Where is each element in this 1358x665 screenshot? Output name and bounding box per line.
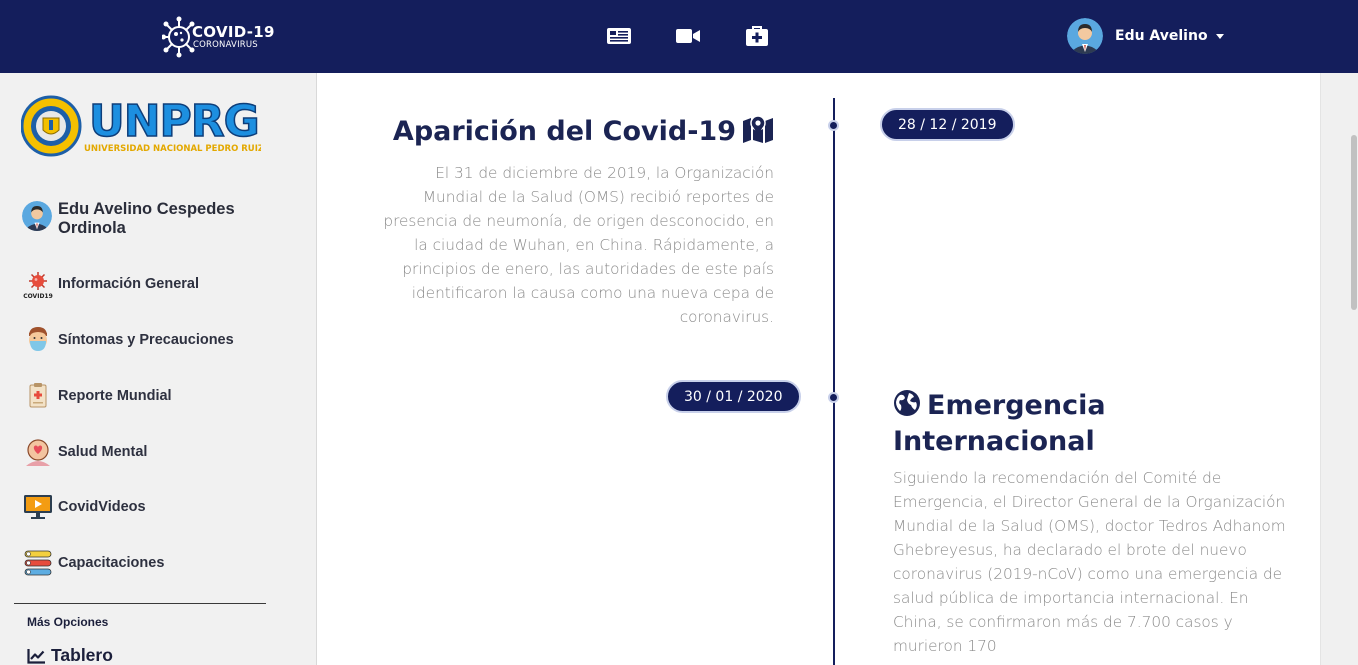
sidebar-item-label: CovidVideos (58, 499, 146, 515)
profile-name: Edu Avelino Cespedes Ordinola (58, 200, 235, 237)
event-title-text: Emergencia Internacional (893, 390, 1106, 457)
date-badge: 30 / 01 / 2020 (666, 380, 801, 413)
brand-logo[interactable]: COVID-19 CORONAVIRUS (162, 14, 274, 60)
covid-virus-icon: COVID19 (22, 268, 54, 300)
map-marker-icon (742, 115, 774, 151)
sidebar: UNPRG UNIVERSIDAD NACIONAL PEDRO RUIZ GA… (0, 73, 317, 665)
scrollbar-thumb[interactable] (1351, 135, 1357, 310)
sidebar-item-reporte-mundial[interactable]: Reporte Mundial (22, 380, 172, 412)
sidebar-item-covidvideos[interactable]: CovidVideos (22, 491, 146, 523)
timeline-dot (828, 392, 839, 403)
svg-text:COVID19: COVID19 (23, 293, 53, 299)
line-chart-icon (27, 648, 45, 664)
timeline-dot (828, 120, 839, 131)
user-name: Edu Avelino (1115, 28, 1208, 44)
sidebar-item-sintomas[interactable]: Síntomas y Precauciones (22, 324, 234, 356)
brand-subtitle: CORONAVIRUS (193, 40, 258, 50)
university-seal-icon: UNPRG UNIVERSIDAD NACIONAL PEDRO RUIZ GA… (20, 95, 298, 157)
user-avatar (1067, 18, 1103, 54)
health-nav-button[interactable] (743, 24, 771, 48)
video-camera-icon (676, 29, 700, 43)
sidebar-divider (14, 603, 266, 604)
tablero-label: Tablero (51, 645, 113, 665)
more-options-heading: Más Opciones (27, 615, 109, 629)
sidebar-item-capacitaciones[interactable]: Capacitaciones (22, 547, 164, 579)
sidebar-item-label: Síntomas y Precauciones (58, 332, 234, 348)
event-description: El 31 de diciembre de 2019, la Organizac… (383, 164, 774, 326)
event-description: Siguiendo la recomendación del Comité de… (893, 469, 1286, 655)
videos-nav-button[interactable] (674, 24, 702, 48)
chevron-down-icon (1215, 33, 1224, 39)
sidebar-item-tablero[interactable]: Tablero (27, 645, 113, 665)
sidebar-item-salud-mental[interactable]: Salud Mental (22, 436, 147, 468)
sidebar-item-label: Información General (58, 276, 200, 292)
user-menu-dropdown[interactable]: Edu Avelino (1067, 18, 1224, 54)
mental-health-icon (22, 436, 54, 468)
clipboard-report-icon (22, 380, 54, 412)
sidebar-item-label: Salud Mental (58, 444, 148, 460)
profile-avatar (22, 201, 52, 231)
sidebar-item-informacion-general[interactable]: COVID19 Información General (22, 268, 199, 300)
event-title-text: Aparición del Covid-19 (392, 116, 736, 147)
newspaper-icon (607, 28, 631, 44)
masked-person-icon (22, 324, 54, 356)
svg-text:UNIVERSIDAD NACIONAL PEDRO RUI: UNIVERSIDAD NACIONAL PEDRO RUIZ GALLO (84, 144, 261, 154)
video-screen-icon (22, 491, 54, 523)
sidebar-item-label: Capacitaciones (58, 555, 165, 571)
event-title: Emergencia Internacional (893, 389, 1293, 458)
sidebar-item-label: Reporte Mundial (58, 388, 172, 404)
globe-icon (893, 389, 921, 425)
event-title: Aparición del Covid-19 (380, 115, 774, 151)
top-navbar: COVID-19 CORONAVIRUS Edu Avelino (0, 0, 1358, 73)
svg-text:UNPRG: UNPRG (89, 96, 259, 147)
sidebar-profile[interactable]: Edu Avelino Cespedes Ordinola (22, 200, 258, 238)
unprg-logo[interactable]: UNPRG UNIVERSIDAD NACIONAL PEDRO RUIZ GA… (20, 86, 298, 166)
training-steps-icon (22, 547, 54, 579)
timeline-line (833, 98, 835, 665)
date-badge: 28 / 12 / 2019 (880, 108, 1015, 141)
medkit-icon (746, 26, 768, 46)
news-nav-button[interactable] (605, 24, 633, 48)
brand-title: COVID-19 (192, 23, 275, 41)
